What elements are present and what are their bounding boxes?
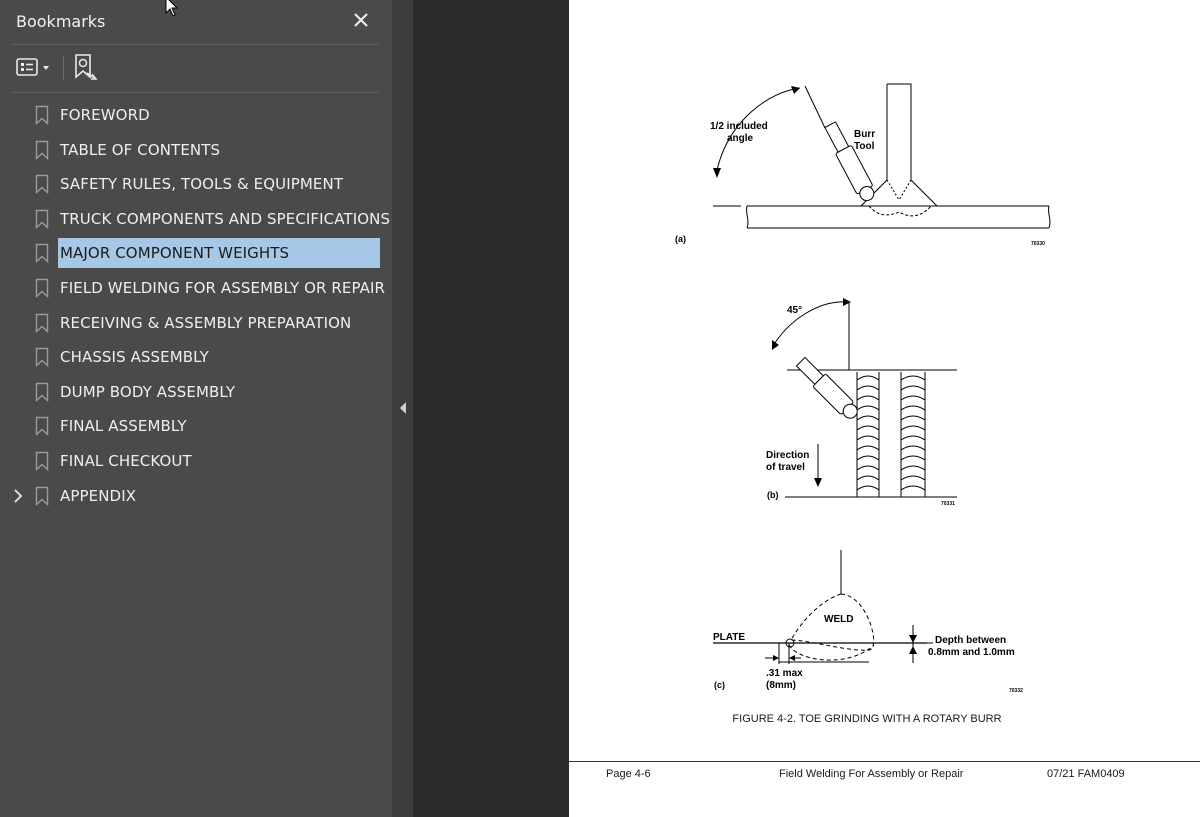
bookmark-icon <box>35 347 49 368</box>
plate-label: PLATE <box>713 632 745 643</box>
bookmark-item[interactable]: TRUCK COMPONENTS AND SPECIFICATIONS <box>0 202 392 236</box>
bookmark-label: FINAL CHECKOUT <box>60 452 192 470</box>
bookmark-item[interactable]: FOREWORD <box>0 98 392 132</box>
tool-label-a2: Tool <box>854 141 875 152</box>
triangle-left-icon <box>400 402 406 414</box>
footer-section-title: Field Welding For Assembly or Repair <box>779 768 964 780</box>
bookmark-label: TRUCK COMPONENTS AND SPECIFICATIONS <box>60 209 391 228</box>
bookmark-icon <box>35 313 49 333</box>
viewer-background <box>413 0 569 817</box>
weld-label: WELD <box>824 614 853 625</box>
bookmark-icon <box>35 105 49 125</box>
collapse-panel-button[interactable] <box>398 400 408 416</box>
bookmark-item[interactable]: TABLE OF CONTENTS <box>0 133 392 167</box>
panel-title: Bookmarks <box>16 12 106 31</box>
figure-a: 1/2 included angle Burr Tool (a) 70330 <box>675 83 1051 247</box>
bookmark-item[interactable]: SAFETY RULES, TOOLS & EQUIPMENT <box>0 167 392 201</box>
bookmark-icon <box>35 278 49 298</box>
bookmark-label: TABLE OF CONTENTS <box>60 140 221 159</box>
figure-b: 45° Direction of travel (b) 70331 <box>766 298 957 507</box>
bookmark-label: MAJOR COMPONENT WEIGHTS <box>58 238 380 269</box>
options-list-icon <box>16 58 49 76</box>
bookmark-item[interactable]: MAJOR COMPONENT WEIGHTS <box>0 236 392 270</box>
toolbar-divider <box>63 56 64 80</box>
figure-c-code: 70332 <box>1009 688 1023 694</box>
bookmark-label: RECEIVING & ASSEMBLY PREPARATION <box>60 313 352 332</box>
bookmarks-panel: Bookmarks FOREWORD TABLE OF CONTENTS SAF… <box>0 0 392 817</box>
footer-page-number: Page 4-6 <box>606 768 651 780</box>
bookmark-item[interactable]: FINAL CHECKOUT <box>0 444 392 478</box>
tool-label-a1: Burr <box>854 129 875 140</box>
close-icon <box>354 13 368 27</box>
bookmark-item[interactable]: CHASSIS ASSEMBLY <box>0 340 392 374</box>
bookmarks-header: Bookmarks <box>0 0 392 44</box>
bookmark-label: CHASSIS ASSEMBLY <box>60 348 209 367</box>
figure-c: WELD PLATE Depth between 0.8mm and 1.0mm… <box>713 550 1023 694</box>
bookmark-icon <box>35 382 49 402</box>
figure-a-label: (a) <box>675 234 686 244</box>
figure-c-label: (c) <box>714 680 725 690</box>
bookmark-icon <box>35 486 49 506</box>
bookmark-icon <box>35 451 49 471</box>
bookmark-item[interactable]: FIELD WELDING FOR ASSEMBLY OR REPAIR <box>0 271 392 305</box>
angle-label-a2: angle <box>727 133 754 144</box>
angle-label-a1: 1/2 included <box>710 121 768 132</box>
figure-a-code: 70330 <box>1031 241 1045 247</box>
footer-doc-id: 07/21 FAM0409 <box>1047 768 1125 780</box>
toolbar-bottom-divider <box>12 92 379 93</box>
bookmark-label: FOREWORD <box>60 106 150 124</box>
direction-label-b1: Direction <box>766 450 809 461</box>
expand-chevron-button[interactable] <box>11 487 25 505</box>
bookmark-label: APPENDIX <box>60 486 137 505</box>
bookmark-label: SAFETY RULES, TOOLS & EQUIPMENT <box>60 175 344 194</box>
bookmark-item[interactable]: RECEIVING & ASSEMBLY PREPARATION <box>0 306 392 340</box>
bookmark-icon <box>35 174 49 195</box>
bookmarks-toolbar <box>0 48 392 88</box>
bookmark-item[interactable]: FINAL ASSEMBLY <box>0 409 392 443</box>
chevron-right-icon <box>14 488 23 503</box>
figure-b-label: (b) <box>767 490 779 500</box>
max-label-2: (8mm) <box>766 680 796 691</box>
mouse-cursor-icon <box>165 0 179 17</box>
bookmark-label: FIELD WELDING FOR ASSEMBLY OR REPAIR <box>60 279 386 297</box>
welding-figure: 1/2 included angle Burr Tool (a) 70330 4… <box>675 83 1051 694</box>
bookmark-item[interactable]: DUMP BODY ASSEMBLY <box>0 375 392 409</box>
new-bookmark-button[interactable] <box>72 52 100 82</box>
close-panel-button[interactable] <box>350 9 372 31</box>
bookmark-icon <box>35 417 49 437</box>
direction-label-b2: of travel <box>766 462 805 473</box>
depth-label-1: Depth between <box>935 635 1006 646</box>
figure-b-code: 70331 <box>941 501 955 507</box>
header-divider <box>12 44 379 45</box>
pdf-page: 1/2 included angle Burr Tool (a) 70330 4… <box>569 0 1200 817</box>
bookmark-icon <box>35 244 49 264</box>
depth-label-2: 0.8mm and 1.0mm <box>928 647 1015 658</box>
figure-caption: FIGURE 4-2. TOE GRINDING WITH A ROTARY B… <box>732 713 1002 725</box>
footer-divider <box>569 761 1200 762</box>
bookmark-icon <box>35 140 49 160</box>
bookmark-icon <box>35 209 49 229</box>
add-bookmark-icon <box>75 54 98 80</box>
max-label-1: .31 max <box>766 668 803 679</box>
bookmark-label: FINAL ASSEMBLY <box>60 417 187 436</box>
bookmark-options-button[interactable] <box>14 54 56 82</box>
bookmark-label: DUMP BODY ASSEMBLY <box>60 382 236 401</box>
bookmark-item[interactable]: APPENDIX <box>0 479 392 513</box>
angle-label-b: 45° <box>787 305 802 316</box>
